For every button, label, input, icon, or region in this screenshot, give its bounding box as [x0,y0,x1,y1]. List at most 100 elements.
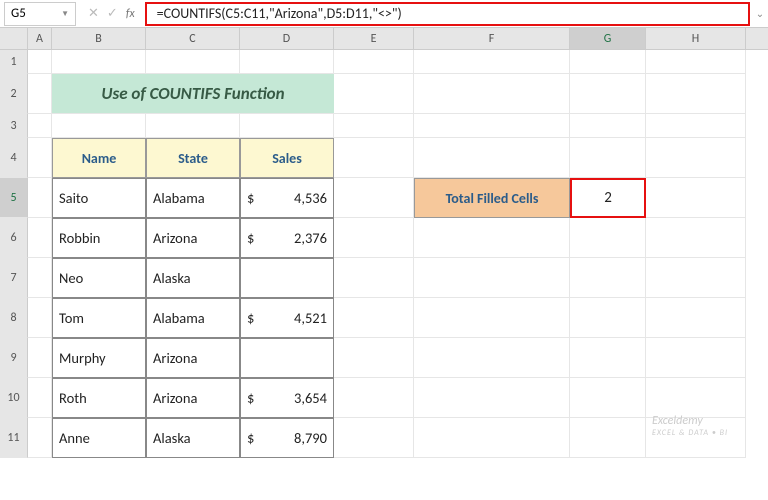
cell-F10[interactable] [414,378,570,418]
table-cell-name[interactable]: Roth [52,378,146,418]
cell-G2[interactable] [570,74,646,114]
cell-A4[interactable] [28,138,52,178]
cell-A6[interactable] [28,218,52,258]
col-header-G[interactable]: G [570,28,646,49]
cell-G10[interactable] [570,378,646,418]
row-header-7[interactable]: 7 [0,258,28,298]
name-box[interactable]: G5 ▼ [4,2,76,26]
cell-A2[interactable] [28,74,52,114]
cell-B1[interactable] [52,50,146,74]
row-header-11[interactable]: 11 [0,418,28,458]
table-cell-name[interactable]: Tom [52,298,146,338]
table-cell-sales[interactable]: $3,654 [240,378,334,418]
select-all-corner[interactable] [0,28,28,49]
table-cell-sales[interactable]: $2,376 [240,218,334,258]
table-cell-state[interactable]: Alabama [146,298,240,338]
table-cell-sales[interactable] [240,338,334,378]
row-header-3[interactable]: 3 [0,114,28,138]
col-header-E[interactable]: E [334,28,414,49]
table-cell-sales[interactable]: $4,536 [240,178,334,218]
formula-input[interactable]: =COUNTIFS(C5:C11,"Arizona",D5:D11,"<>") [145,2,750,26]
cell-H8[interactable] [646,298,746,338]
cell-H11[interactable] [646,418,746,458]
cell-E7[interactable] [334,258,414,298]
cell-A9[interactable] [28,338,52,378]
cell-A11[interactable] [28,418,52,458]
row-header-4[interactable]: 4 [0,138,28,178]
col-header-D[interactable]: D [240,28,334,49]
cell-F9[interactable] [414,338,570,378]
cell-H3[interactable] [646,114,746,138]
row-header-6[interactable]: 6 [0,218,28,258]
table-cell-state[interactable]: Alaska [146,418,240,458]
cell-G3[interactable] [570,114,646,138]
cell-F11[interactable] [414,418,570,458]
col-header-H[interactable]: H [646,28,746,49]
cell-H10[interactable] [646,378,746,418]
cell-D1[interactable] [240,50,334,74]
cell-E10[interactable] [334,378,414,418]
cell-E11[interactable] [334,418,414,458]
cell-C3[interactable] [146,114,240,138]
cell-G6[interactable] [570,218,646,258]
cell-F6[interactable] [414,218,570,258]
chevron-down-icon[interactable]: ▼ [61,9,69,19]
cell-G1[interactable] [570,50,646,74]
table-cell-sales[interactable]: $4,521 [240,298,334,338]
col-header-F[interactable]: F [414,28,570,49]
cell-E2[interactable] [334,74,414,114]
row-header-10[interactable]: 10 [0,378,28,418]
col-header-A[interactable]: A [28,28,52,49]
cell-E1[interactable] [334,50,414,74]
cell-G7[interactable] [570,258,646,298]
table-cell-name[interactable]: Murphy [52,338,146,378]
table-cell-state[interactable]: Alabama [146,178,240,218]
summary-result[interactable]: 2 [570,178,646,218]
cell-E9[interactable] [334,338,414,378]
enter-icon[interactable]: ✓ [107,6,118,21]
cell-A10[interactable] [28,378,52,418]
col-header-B[interactable]: B [52,28,146,49]
cell-A3[interactable] [28,114,52,138]
cell-E5[interactable] [334,178,414,218]
fx-icon[interactable]: fx [126,7,135,21]
cell-E4[interactable] [334,138,414,178]
cell-A7[interactable] [28,258,52,298]
table-cell-name[interactable]: Saito [52,178,146,218]
cell-F1[interactable] [414,50,570,74]
table-cell-state[interactable]: Arizona [146,378,240,418]
cell-H5[interactable] [646,178,746,218]
cell-H9[interactable] [646,338,746,378]
cell-E8[interactable] [334,298,414,338]
cell-F7[interactable] [414,258,570,298]
table-cell-sales[interactable]: $8,790 [240,418,334,458]
cell-A8[interactable] [28,298,52,338]
table-cell-state[interactable]: Arizona [146,218,240,258]
row-header-1[interactable]: 1 [0,50,28,74]
table-header-state[interactable]: State [146,138,240,178]
cell-B3[interactable] [52,114,146,138]
cell-A1[interactable] [28,50,52,74]
cell-D3[interactable] [240,114,334,138]
expand-formula-icon[interactable]: ⌄ [752,7,768,20]
col-header-C[interactable]: C [146,28,240,49]
cell-E6[interactable] [334,218,414,258]
cell-E3[interactable] [334,114,414,138]
table-cell-state[interactable]: Arizona [146,338,240,378]
table-cell-name[interactable]: Anne [52,418,146,458]
cell-H6[interactable] [646,218,746,258]
cancel-icon[interactable]: ✕ [88,6,99,21]
cell-H1[interactable] [646,50,746,74]
table-cell-name[interactable]: Robbin [52,218,146,258]
row-header-2[interactable]: 2 [0,74,28,114]
cell-F3[interactable] [414,114,570,138]
row-header-8[interactable]: 8 [0,298,28,338]
cell-G4[interactable] [570,138,646,178]
cell-G8[interactable] [570,298,646,338]
row-header-9[interactable]: 9 [0,338,28,378]
page-title[interactable]: Use of COUNTIFS Function [52,74,334,114]
cell-F8[interactable] [414,298,570,338]
cell-A5[interactable] [28,178,52,218]
table-cell-sales[interactable] [240,258,334,298]
table-header-name[interactable]: Name [52,138,146,178]
